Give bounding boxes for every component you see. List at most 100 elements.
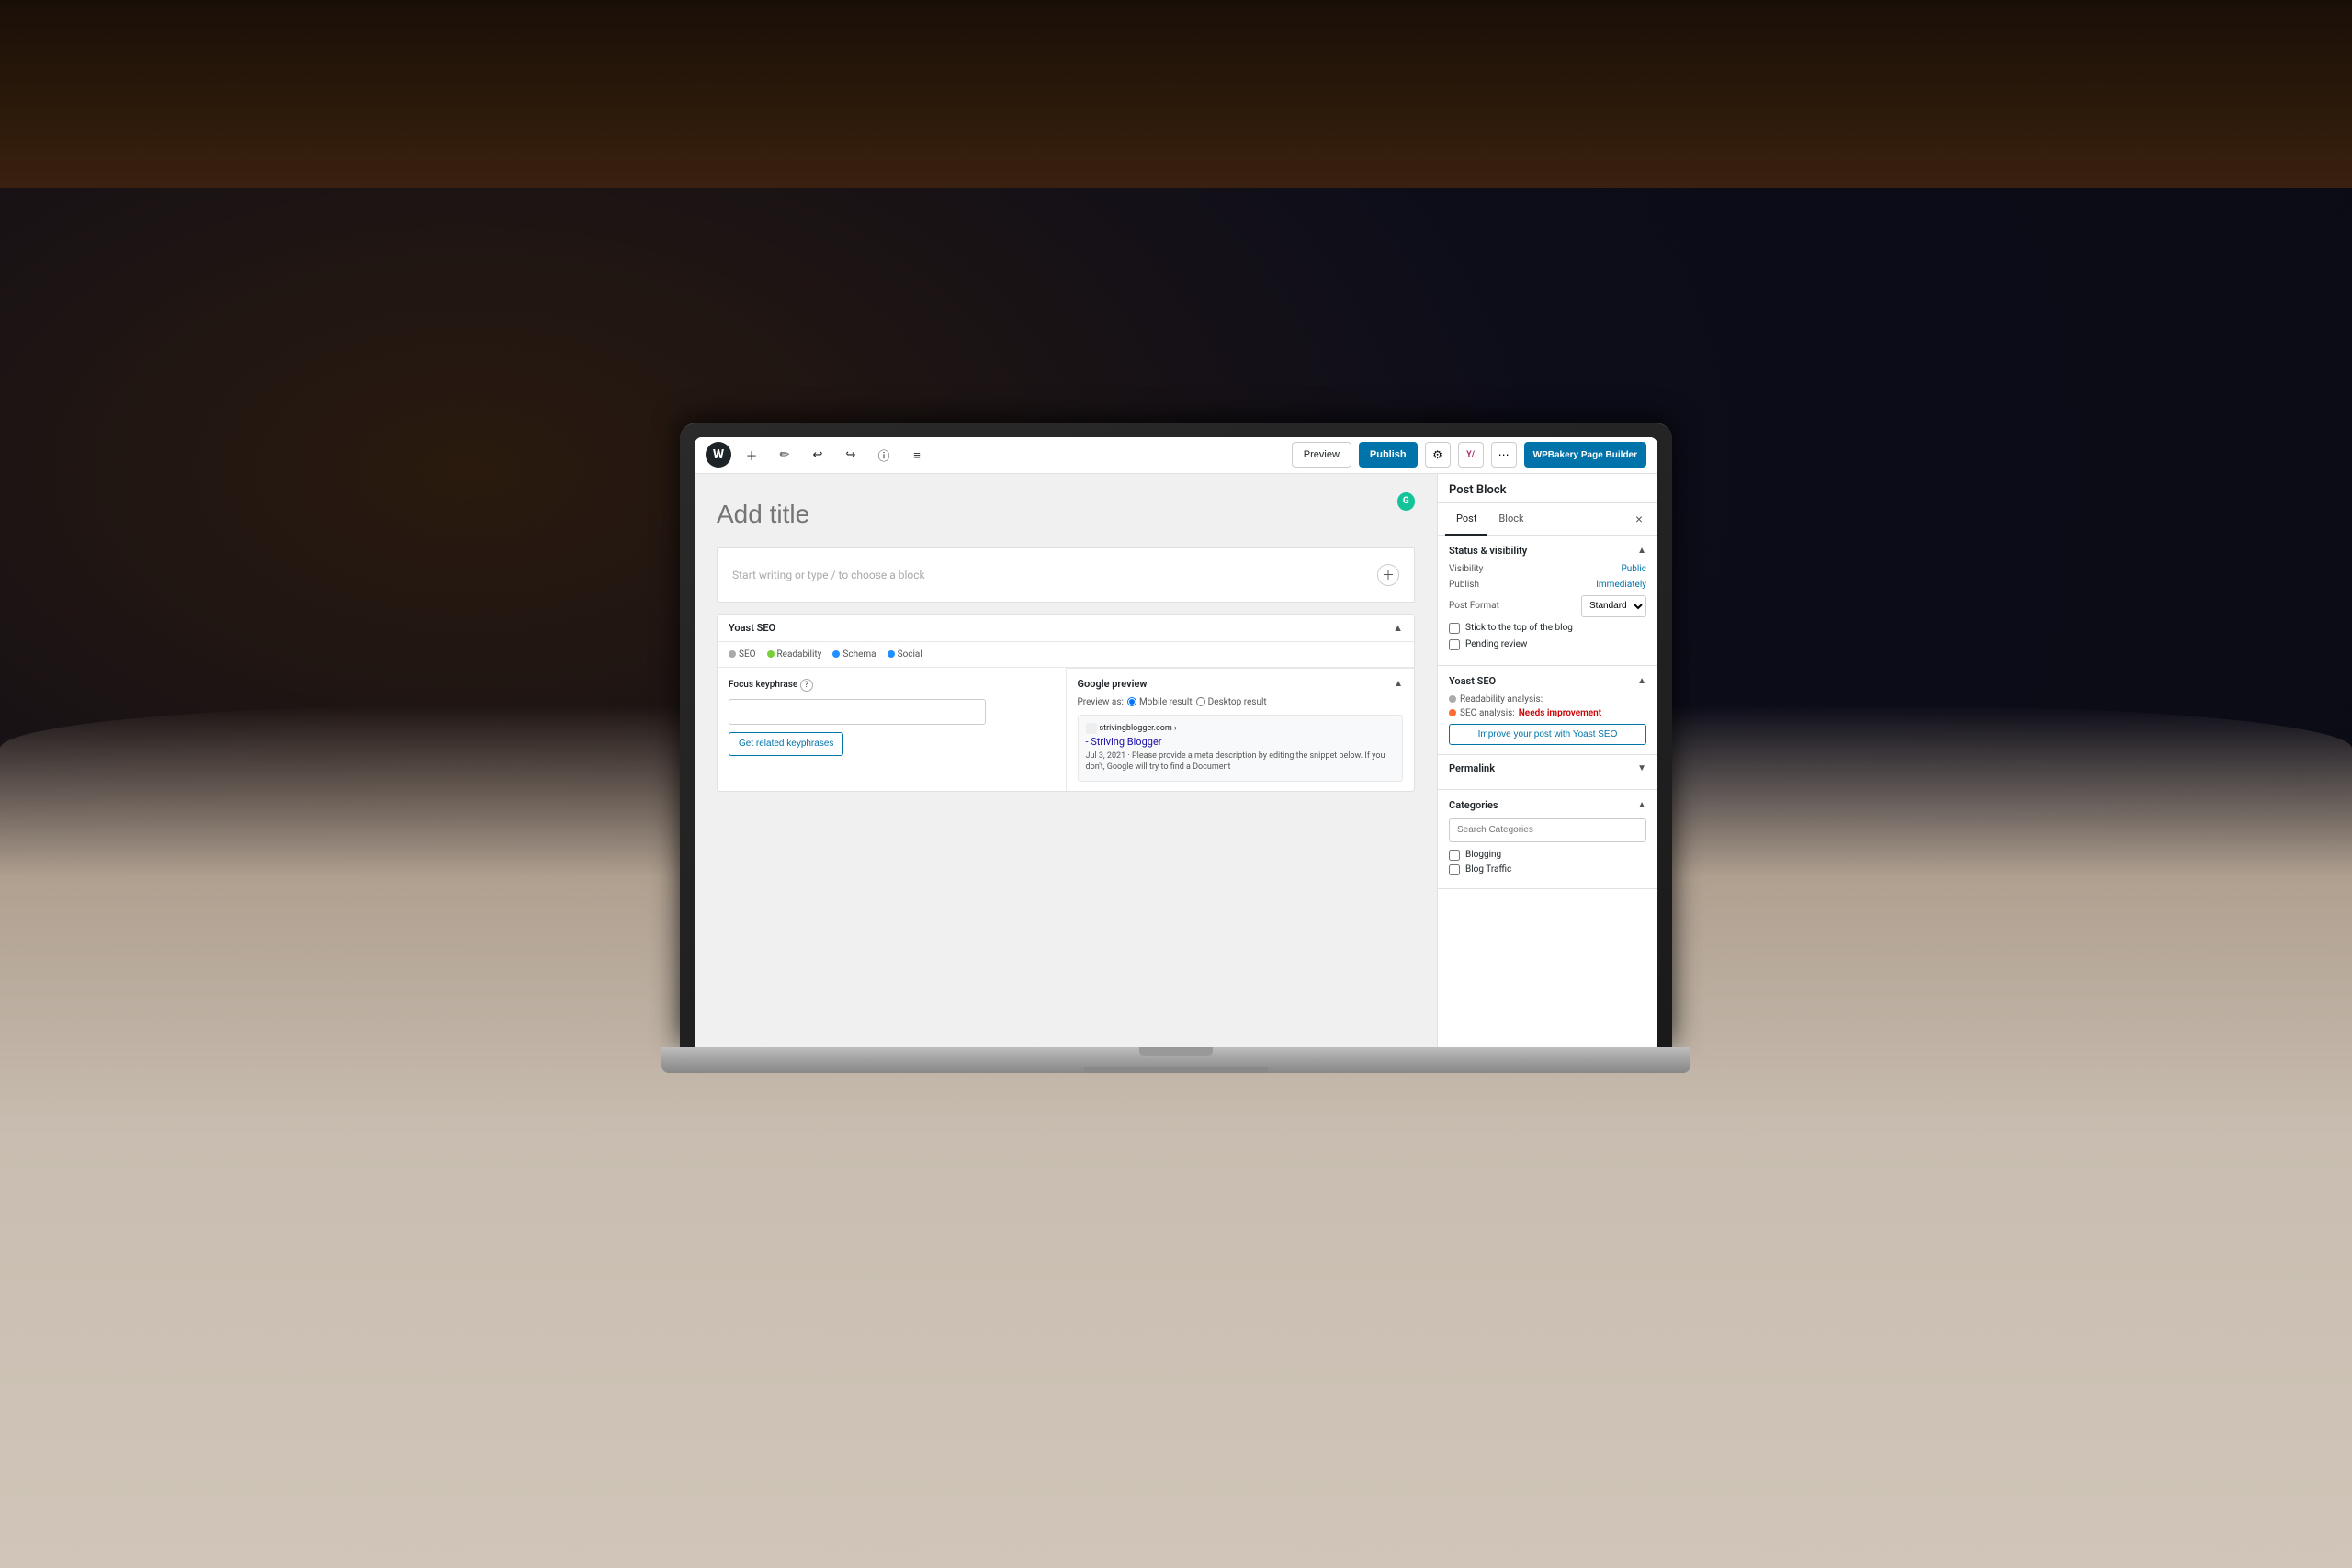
social-tab-label: Social: [898, 649, 922, 660]
category-item-blog-traffic: Blog Traffic: [1449, 864, 1646, 875]
pencil-icon: ✏: [780, 447, 790, 462]
add-block-inline-button[interactable]: ＋: [1377, 564, 1399, 586]
post-content-area[interactable]: Start writing or type / to choose a bloc…: [717, 547, 1415, 603]
visibility-row: Visibility Public: [1449, 564, 1646, 574]
seo-tab-dot: [729, 650, 736, 658]
post-title-input[interactable]: [717, 492, 1397, 536]
focus-keyphrase-label: Focus keyphrase ?: [729, 679, 1055, 692]
wp-main-area: G Start writing or type / to choose a bl…: [695, 474, 1657, 1047]
google-preview-header: Google preview ▲: [1078, 678, 1404, 690]
list-view-button[interactable]: ≡: [904, 442, 930, 468]
visibility-value[interactable]: Public: [1621, 564, 1646, 574]
category-blog-traffic-checkbox[interactable]: [1449, 864, 1460, 875]
settings-button[interactable]: ⚙: [1425, 442, 1451, 468]
status-visibility-header[interactable]: Status & visibility ▲: [1449, 545, 1646, 557]
sidebar-tabs: Post Block ×: [1438, 503, 1657, 536]
yoast-seo-panel: Yoast SEO ▲ SEO Readability: [717, 614, 1415, 792]
desk-surface: [0, 0, 2352, 188]
preview-button[interactable]: Preview: [1292, 442, 1351, 468]
yoast-panel-title: Yoast SEO: [729, 622, 775, 634]
desktop-radio[interactable]: [1196, 697, 1205, 706]
yoast-tab-schema[interactable]: Schema: [832, 648, 876, 661]
mobile-radio[interactable]: [1127, 697, 1136, 706]
grammarly-icon: G: [1397, 492, 1415, 511]
editor-area[interactable]: G Start writing or type / to choose a bl…: [695, 474, 1437, 1047]
schema-tab-label: Schema: [842, 649, 876, 660]
post-format-select[interactable]: Standard: [1581, 595, 1646, 617]
wpbakery-button[interactable]: WPBakery Page Builder: [1524, 442, 1646, 468]
more-options-button[interactable]: ⋯: [1491, 442, 1517, 468]
publish-row: Publish Immediately: [1449, 580, 1646, 590]
stick-to-top-row: Stick to the top of the blog: [1449, 623, 1646, 634]
google-preview-panel: Google preview ▲ Preview as: Mobile resu…: [1067, 668, 1415, 791]
stick-to-top-label: Stick to the top of the blog: [1465, 623, 1573, 633]
stick-to-top-checkbox[interactable]: [1449, 623, 1460, 634]
seo-analysis-row: SEO analysis: Needs improvement: [1449, 708, 1646, 718]
yoast-tab-seo[interactable]: SEO: [729, 648, 756, 661]
desktop-label: Desktop result: [1208, 697, 1267, 707]
post-block-title: Post Block: [1438, 474, 1657, 503]
add-block-toolbar-button[interactable]: ＋: [739, 442, 764, 468]
sidebar-tab-block[interactable]: Block: [1487, 503, 1534, 536]
wordpress-editor: W ＋ ✏ ↩ ↪ ⓘ: [695, 437, 1657, 1047]
desktop-result-option[interactable]: Desktop result: [1196, 697, 1267, 707]
pending-review-row: Pending review: [1449, 639, 1646, 650]
readability-tab-dot: [767, 650, 775, 658]
social-tab-dot: [888, 650, 895, 658]
schema-tab-dot: [832, 650, 840, 658]
sidebar-tab-post[interactable]: Post: [1445, 503, 1487, 536]
yoast-tab-social[interactable]: Social: [888, 648, 922, 661]
preview-as-row: Preview as: Mobile result Desktop result: [1078, 697, 1404, 707]
category-blogging-label: Blogging: [1465, 850, 1501, 860]
yoast-panels: Focus keyphrase ? Get related keyphrases: [718, 668, 1414, 791]
categories-header[interactable]: Categories ▲: [1449, 799, 1646, 811]
yoast-seo-sidebar-title: Yoast SEO: [1449, 675, 1496, 687]
readability-analysis-label: Readability analysis:: [1460, 694, 1543, 705]
needs-improvement-text: Needs improvement: [1519, 708, 1601, 718]
publish-value[interactable]: Immediately: [1596, 580, 1646, 590]
search-categories-input[interactable]: [1449, 818, 1646, 842]
yoast-toolbar-button[interactable]: Y/: [1458, 442, 1484, 468]
category-blog-traffic-label: Blog Traffic: [1465, 864, 1511, 874]
yoast-panel-header[interactable]: Yoast SEO ▲: [718, 615, 1414, 642]
pending-review-checkbox[interactable]: [1449, 639, 1460, 650]
edit-toolbar-button[interactable]: ✏: [772, 442, 797, 468]
site-icon: [1086, 723, 1097, 734]
google-preview-collapse-icon: ▲: [1394, 679, 1403, 689]
preview-url: strivingblogger.com ›: [1086, 723, 1396, 734]
preview-title-link[interactable]: - Striving Blogger: [1086, 736, 1396, 748]
pending-review-label: Pending review: [1465, 639, 1527, 649]
category-blogging-checkbox[interactable]: [1449, 850, 1460, 861]
mobile-label: Mobile result: [1139, 697, 1193, 707]
category-item-blogging: Blogging: [1449, 850, 1646, 861]
categories-section: Categories ▲ Blogging Blog Traffic: [1438, 790, 1657, 889]
undo-button[interactable]: ↩: [805, 442, 831, 468]
preview-as-label: Preview as:: [1078, 697, 1124, 707]
yoast-tab-readability[interactable]: Readability: [767, 648, 822, 661]
publish-button[interactable]: Publish: [1359, 442, 1418, 468]
info-icon: ⓘ: [877, 446, 889, 464]
info-toolbar-button[interactable]: ⓘ: [871, 442, 897, 468]
mobile-result-option[interactable]: Mobile result: [1127, 697, 1193, 707]
wp-toolbar: W ＋ ✏ ↩ ↪ ⓘ: [695, 437, 1657, 474]
visibility-label: Visibility: [1449, 564, 1483, 574]
readability-analysis-row: Readability analysis:: [1449, 694, 1646, 705]
laptop-screen-shell: W ＋ ✏ ↩ ↪ ⓘ: [680, 423, 1672, 1047]
permalink-header[interactable]: Permalink ▼: [1449, 762, 1646, 774]
sidebar-close-button[interactable]: ×: [1628, 508, 1650, 530]
permalink-chevron: ▼: [1637, 763, 1646, 773]
focus-keyphrase-input[interactable]: [729, 699, 986, 725]
laptop-notch: [1139, 1047, 1213, 1056]
content-placeholder-text: Start writing or type / to choose a bloc…: [732, 569, 925, 581]
permalink-title: Permalink: [1449, 762, 1495, 774]
post-format-row: Post Format Standard: [1449, 595, 1646, 617]
laptop-screen-bezel: W ＋ ✏ ↩ ↪ ⓘ: [695, 437, 1657, 1047]
seo-analysis-label: SEO analysis:: [1460, 708, 1515, 718]
yoast-seo-sidebar-header[interactable]: Yoast SEO ▲: [1449, 675, 1646, 687]
gear-icon: ⚙: [1432, 448, 1442, 461]
redo-button[interactable]: ↪: [838, 442, 864, 468]
related-keyphrases-button[interactable]: Get related keyphrases: [729, 732, 843, 756]
yoast-icon: Y/: [1466, 450, 1475, 459]
improve-yoast-button[interactable]: Improve your post with Yoast SEO: [1449, 724, 1646, 745]
wp-logo-symbol: W: [713, 447, 724, 462]
